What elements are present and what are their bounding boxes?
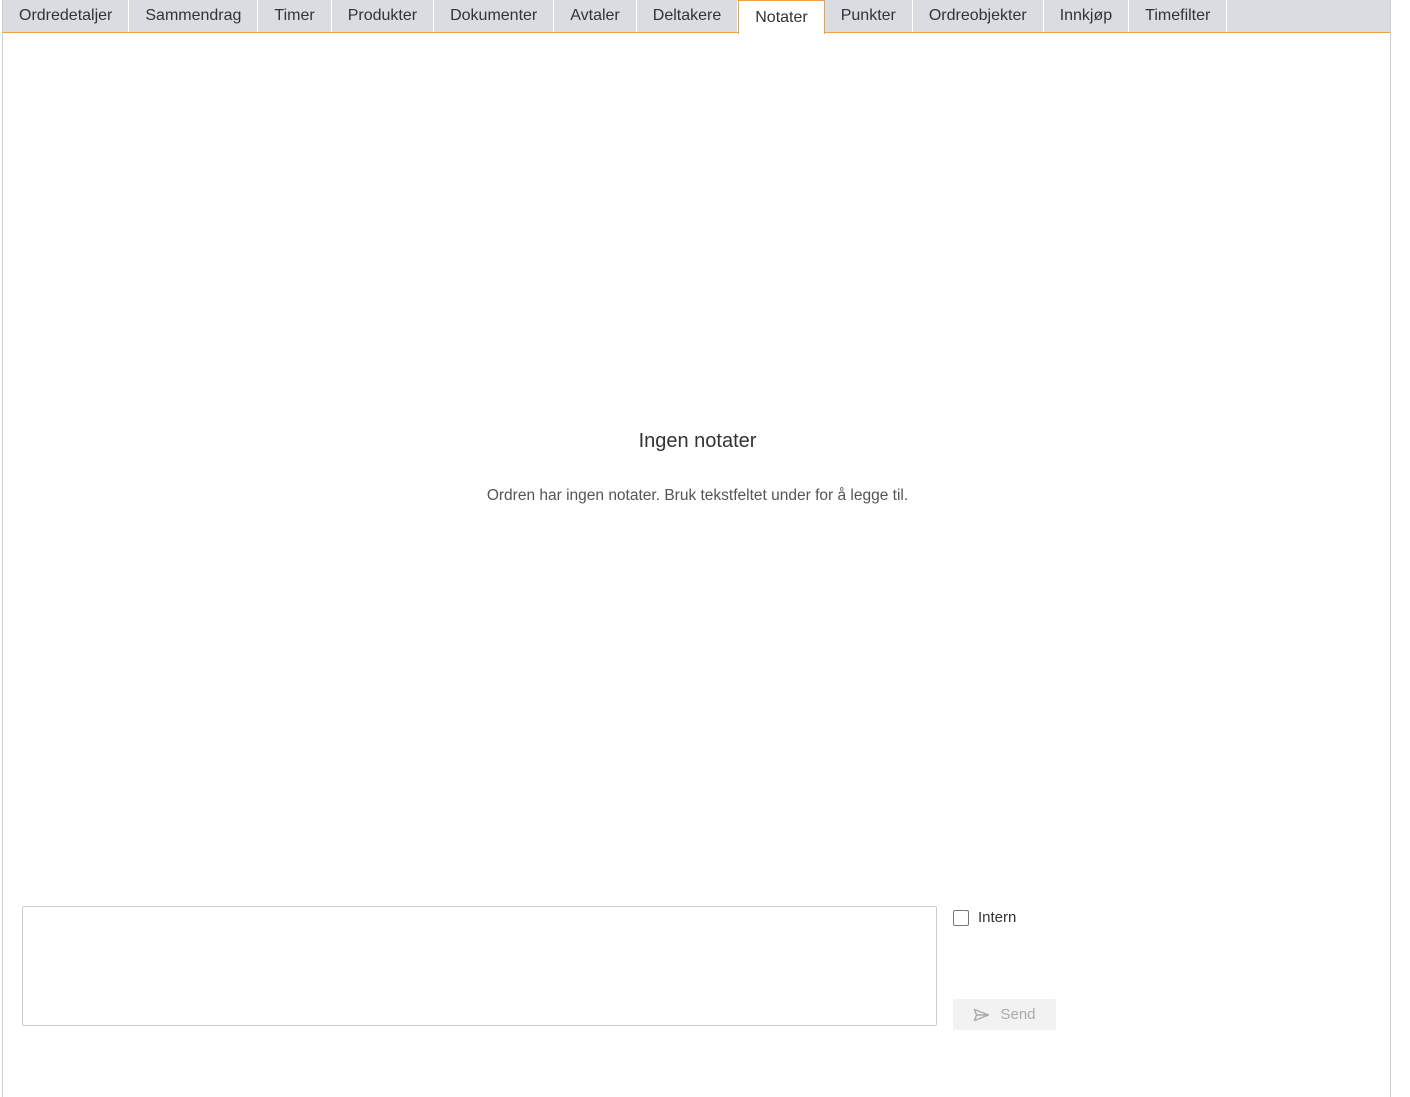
intern-label: Intern <box>978 909 1017 926</box>
tab-sammendrag[interactable]: Sammendrag <box>129 0 259 32</box>
tab-notater[interactable]: Notater <box>738 0 825 34</box>
intern-checkbox-row[interactable]: Intern <box>953 909 1016 926</box>
send-button[interactable]: Send <box>953 999 1056 1030</box>
intern-checkbox[interactable] <box>953 909 969 926</box>
tab-bar: Ordredetaljer Sammendrag Timer Produkter… <box>3 0 1390 34</box>
tab-ordredetaljer[interactable]: Ordredetaljer <box>3 0 130 32</box>
send-icon <box>973 1008 990 1022</box>
empty-state-text: Ordren har ingen notater. Bruk tekstfelt… <box>486 487 909 504</box>
empty-state: Ingen notater Ordren har ingen notater. … <box>3 400 1392 505</box>
tab-timefilter[interactable]: Timefilter <box>1129 0 1228 32</box>
tab-ordreobjekter[interactable]: Ordreobjekter <box>913 0 1044 32</box>
notes-panel: Ordredetaljer Sammendrag Timer Produkter… <box>2 0 1391 1097</box>
empty-state-title: Ingen notater <box>638 430 757 452</box>
tab-dokumenter[interactable]: Dokumenter <box>434 0 555 32</box>
tab-punkter[interactable]: Punkter <box>825 0 913 32</box>
tab-avtaler[interactable]: Avtaler <box>554 0 637 32</box>
tab-innkjop[interactable]: Innkjøp <box>1044 0 1130 32</box>
tab-timer[interactable]: Timer <box>258 0 332 32</box>
send-label: Send <box>1000 1006 1036 1023</box>
tab-deltakere[interactable]: Deltakere <box>637 0 739 32</box>
tab-produkter[interactable]: Produkter <box>332 0 435 32</box>
note-text-input[interactable] <box>22 906 937 1026</box>
